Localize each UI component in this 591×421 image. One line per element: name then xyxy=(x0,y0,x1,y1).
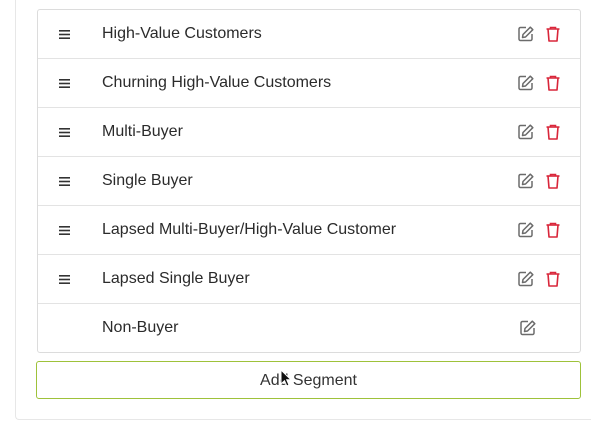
drag-handle-icon[interactable] xyxy=(59,176,71,187)
segment-row: Non-Buyer xyxy=(38,304,580,352)
segment-name: Multi-Buyer xyxy=(102,123,183,140)
segment-name: Single Buyer xyxy=(102,172,193,189)
trash-icon[interactable] xyxy=(544,25,562,43)
segment-name: Lapsed Single Buyer xyxy=(102,270,250,287)
segment-name: Churning High-Value Customers xyxy=(102,74,332,91)
drag-handle-icon[interactable] xyxy=(59,274,71,285)
edit-icon[interactable] xyxy=(517,123,535,141)
segment-name: High-Value Customers xyxy=(102,25,262,42)
edit-icon[interactable] xyxy=(517,74,535,92)
segment-row: Lapsed Single Buyer xyxy=(38,255,580,304)
trash-icon[interactable] xyxy=(544,270,562,288)
edit-icon[interactable] xyxy=(517,172,535,190)
segment-row: Lapsed Multi-Buyer/High-Value Customer xyxy=(38,206,580,255)
edit-icon[interactable] xyxy=(517,25,535,43)
edit-icon[interactable] xyxy=(517,221,535,239)
add-segment-button[interactable]: Add Segment xyxy=(36,361,581,399)
drag-handle-icon[interactable] xyxy=(59,127,71,138)
trash-icon[interactable] xyxy=(544,221,562,239)
drag-handle-icon[interactable] xyxy=(59,78,71,89)
segment-name: Lapsed Multi-Buyer/High-Value Customer xyxy=(102,221,397,238)
drag-handle-icon[interactable] xyxy=(59,29,71,40)
drag-handle-icon[interactable] xyxy=(59,225,71,236)
segment-row: High-Value Customers xyxy=(38,10,580,59)
edit-icon[interactable] xyxy=(517,270,535,288)
segment-row: Single Buyer xyxy=(38,157,580,206)
segment-row: Churning High-Value Customers xyxy=(38,59,580,108)
segment-row: Multi-Buyer xyxy=(38,108,580,157)
segment-name: Non-Buyer xyxy=(102,319,179,336)
edit-icon[interactable] xyxy=(519,319,537,337)
trash-icon[interactable] xyxy=(544,74,562,92)
segment-list: High-Value Customers Churning High-Value… xyxy=(37,9,581,353)
trash-icon[interactable] xyxy=(544,172,562,190)
trash-icon[interactable] xyxy=(544,123,562,141)
